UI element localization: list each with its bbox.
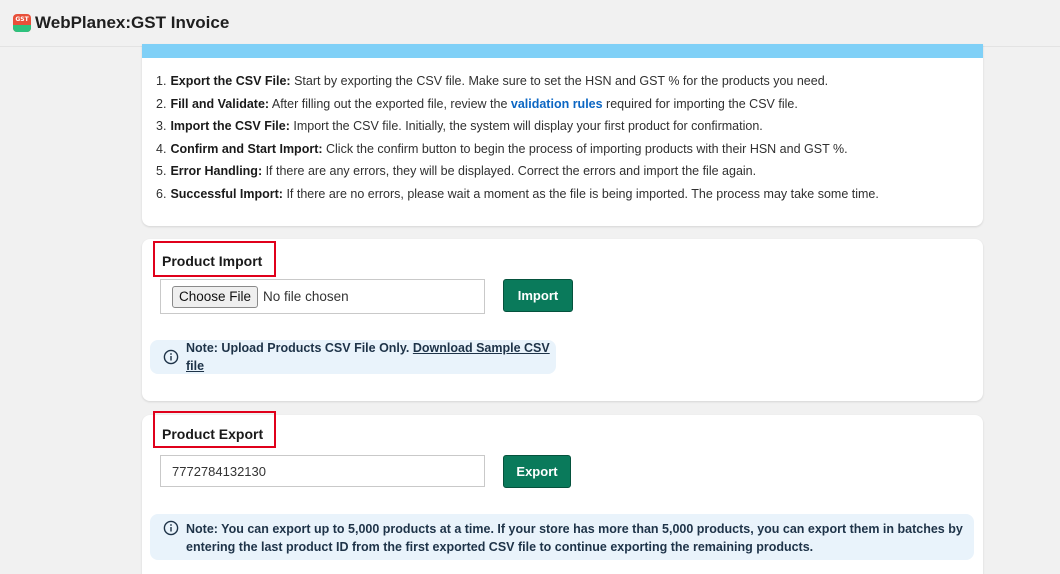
choose-file-button[interactable]: Choose File [172, 285, 259, 308]
csv-file-input[interactable]: Choose File No file chosen [160, 279, 485, 314]
info-circle-icon [163, 520, 179, 536]
export-note-text: Note: You can export up to 5,000 product… [186, 522, 963, 554]
app-title: WebPlanex:GST Invoice [35, 13, 230, 32]
app-logo-text: GST [15, 16, 29, 23]
last-product-id-input[interactable]: 7772784132130 [160, 455, 485, 487]
instructions-card: 1. Export the CSV File: Start by exportin… [142, 44, 983, 226]
validation-rules-link[interactable]: validation rules [511, 97, 603, 111]
step-item: 2. Fill and Validate: After filling out t… [156, 96, 798, 111]
info-circle-icon [163, 349, 179, 365]
step-item: 6. Successful Import: If there are no err… [156, 186, 879, 201]
import-button[interactable]: Import [503, 279, 573, 312]
file-status-text: No file chosen [263, 289, 349, 304]
import-note-text: Note: Upload Products CSV File Only. [186, 341, 413, 355]
import-note: Note: Upload Products CSV File Only. Dow… [150, 340, 556, 374]
top-bar: GST WebPlanex:GST Invoice [0, 0, 1060, 47]
instructions-accent-bar [142, 44, 983, 58]
gst-app-logo-icon: GST [13, 14, 31, 32]
product-import-card: Product Import Choose File No file chose… [142, 239, 983, 401]
step-item: 4. Confirm and Start Import: Click the co… [156, 141, 848, 156]
step-item: 5. Error Handling: If there are any error… [156, 164, 757, 178]
product-import-title: Product Import [153, 241, 276, 277]
product-export-title: Product Export [153, 411, 276, 448]
step-item: 1. Export the CSV File: Start by exportin… [156, 74, 829, 88]
export-note: Note: You can export up to 5,000 product… [150, 514, 974, 560]
step-item: 3. Import the CSV File: Import the CSV fi… [156, 119, 763, 133]
product-export-card: Product Export 7772784132130 Export Note… [142, 411, 983, 574]
export-button[interactable]: Export [503, 455, 571, 488]
instructions-list: 1. Export the CSV File: Start by exportin… [142, 58, 983, 208]
